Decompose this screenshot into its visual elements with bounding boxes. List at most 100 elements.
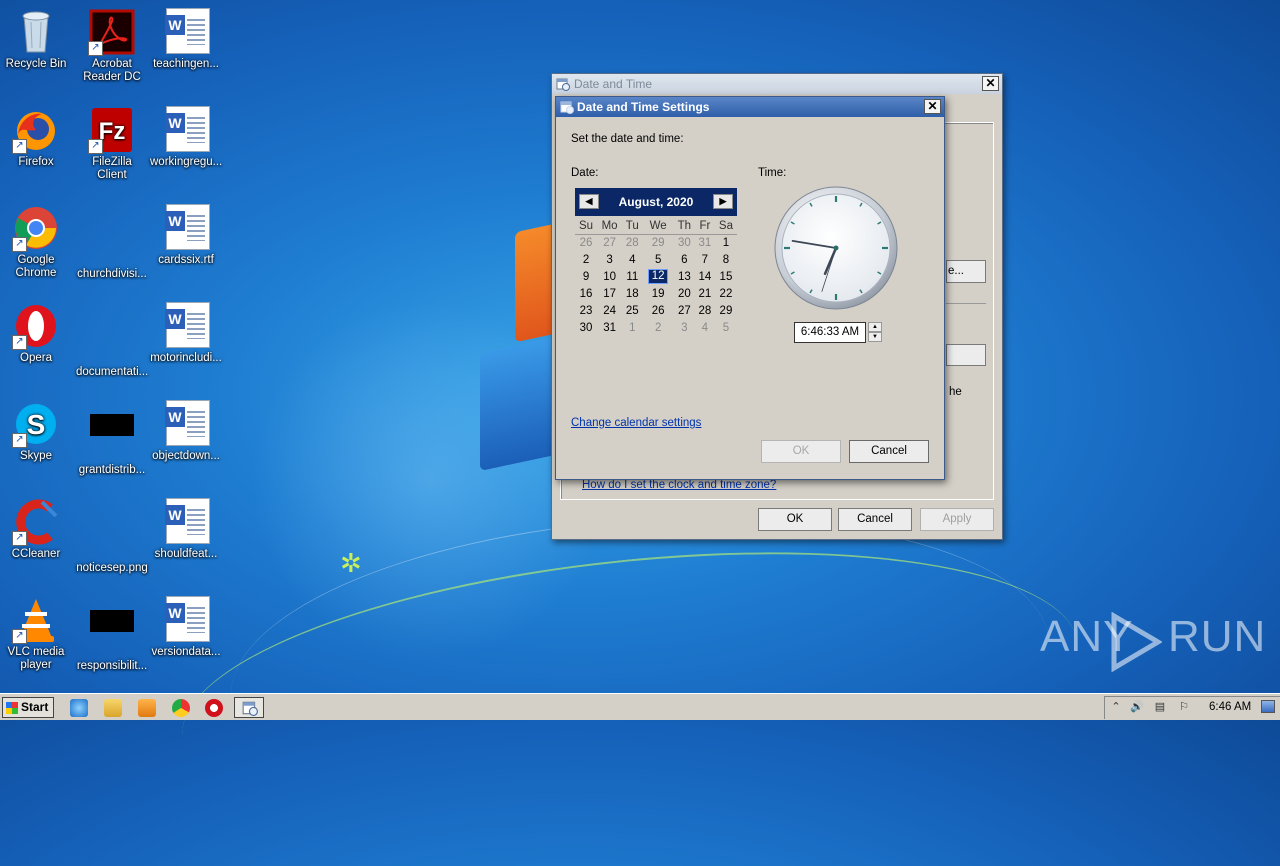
calendar-day[interactable]: 10 — [597, 268, 622, 285]
calendar-day-selected[interactable]: 12 — [642, 268, 673, 285]
desktop-icon[interactable]: Wmotorincludi... — [150, 302, 222, 365]
network-icon[interactable]: ▤ — [1154, 701, 1166, 713]
calendar-day[interactable]: 30 — [674, 234, 695, 251]
change-calendar-settings-link[interactable]: Change calendar settings — [571, 417, 701, 429]
calendar-day[interactable]: 26 — [642, 302, 673, 319]
spin-up-icon[interactable]: ▲ — [868, 322, 882, 332]
desktop-icon[interactable]: documentati... — [76, 302, 148, 379]
calendar-day[interactable]: 13 — [674, 268, 695, 285]
calendar-day[interactable]: 2 — [575, 251, 597, 268]
calendar-day[interactable]: 20 — [674, 285, 695, 302]
desktop-icon[interactable]: ↗ CCleaner — [0, 498, 72, 561]
calendar-day[interactable]: 31 — [695, 234, 715, 251]
desktop-icon[interactable]: Wteachingen... — [150, 8, 222, 71]
desktop-icon[interactable]: Recycle Bin — [0, 8, 72, 71]
calendar-day[interactable]: 9 — [575, 268, 597, 285]
calendar-day[interactable]: 25 — [622, 302, 642, 319]
shortcut-arrow-icon: ↗ — [12, 237, 27, 252]
desktop-icon[interactable]: ↗ Firefox — [0, 106, 72, 169]
volume-icon[interactable]: 🔊 — [1130, 701, 1144, 713]
calendar-day[interactable]: 31 — [597, 319, 622, 336]
desktop-icon[interactable]: S ↗ Skype — [0, 400, 72, 463]
calendar-day[interactable]: 22 — [715, 285, 737, 302]
cancel-button[interactable]: Cancel — [838, 508, 912, 531]
internet-explorer-icon[interactable] — [70, 699, 88, 717]
date-time-taskbar-button[interactable] — [234, 697, 264, 718]
media-player-icon[interactable] — [138, 699, 156, 717]
next-month-button[interactable]: ▶ — [713, 194, 733, 209]
desktop-icon[interactable]: Fz ↗ FileZilla Client — [76, 106, 148, 182]
desktop-icon[interactable]: ↗ VLC media player — [0, 596, 72, 672]
calendar-day[interactable]: 30 — [575, 319, 597, 336]
taskbar-clock[interactable]: 6:46 AM — [1209, 701, 1251, 713]
help-link[interactable]: How do I set the clock and time zone? — [582, 479, 776, 491]
desktop-icon[interactable]: ↗ Acrobat Reader DC — [76, 8, 148, 84]
dialog-titlebar[interactable]: Date and Time Settings ✕ — [556, 97, 944, 117]
show-hidden-icons-icon[interactable]: ⌃ — [1110, 701, 1122, 713]
calendar-day[interactable]: 3 — [597, 251, 622, 268]
apply-button[interactable]: Apply — [920, 508, 994, 531]
calendar-day[interactable]: 27 — [597, 234, 622, 251]
close-button[interactable]: ✕ — [982, 76, 999, 91]
calendar-day[interactable]: 27 — [674, 302, 695, 319]
desktop-icon[interactable]: responsibilit... — [76, 596, 148, 673]
calendar-day[interactable]: 2 — [642, 319, 673, 336]
calendar-day[interactable]: 19 — [642, 285, 673, 302]
ok-button[interactable]: OK — [761, 440, 841, 463]
calendar-day[interactable]: 29 — [642, 234, 673, 251]
calendar-day[interactable]: 5 — [715, 319, 737, 336]
calendar-day[interactable]: 24 — [597, 302, 622, 319]
calendar-day[interactable]: 14 — [695, 268, 715, 285]
desktop-icon[interactable]: Wobjectdown... — [150, 400, 222, 463]
desktop-icon[interactable]: ↗ Opera — [0, 302, 72, 365]
change-date-time-button[interactable]: e... — [946, 260, 986, 283]
desktop-icon[interactable]: Wcardssix.rtf — [150, 204, 222, 267]
calendar-day[interactable]: 28 — [622, 234, 642, 251]
calendar-day[interactable]: 3 — [674, 319, 695, 336]
calendar-day[interactable]: 28 — [695, 302, 715, 319]
file-explorer-icon[interactable] — [104, 699, 122, 717]
window-titlebar[interactable]: Date and Time ✕ — [552, 74, 1002, 94]
ok-button[interactable]: OK — [758, 508, 832, 531]
action-center-flag-icon[interactable]: ⚐ — [1178, 701, 1190, 713]
opera-icon[interactable] — [205, 699, 223, 717]
calendar-day[interactable]: 8 — [715, 251, 737, 268]
calendar-day[interactable]: 16 — [575, 285, 597, 302]
start-button[interactable]: Start — [2, 697, 54, 718]
calendar-day[interactable]: 17 — [597, 285, 622, 302]
calendar-day[interactable]: 23 — [575, 302, 597, 319]
desktop-icon[interactable]: Wshouldfeat... — [150, 498, 222, 561]
show-desktop-icon[interactable] — [1261, 700, 1275, 713]
calendar-day[interactable]: 4 — [695, 319, 715, 336]
spin-down-icon[interactable]: ▼ — [868, 332, 882, 342]
calendar-week: 26 27 28 29 30 31 1 — [575, 234, 737, 251]
calendar-month-year[interactable]: August, 2020 — [619, 195, 694, 209]
calendar-clock-icon — [242, 701, 258, 716]
close-button[interactable]: ✕ — [924, 99, 941, 114]
time-input[interactable]: 6:46:33 AM — [794, 322, 866, 343]
desktop-icon[interactable]: ↗ Google Chrome — [0, 204, 72, 280]
windows-logo-blue — [480, 337, 555, 471]
chrome-icon[interactable] — [172, 699, 190, 717]
desktop-icon[interactable]: churchdivisi... — [76, 204, 148, 281]
calendar-day[interactable]: 4 — [622, 251, 642, 268]
desktop-icon[interactable]: noticesep.png — [76, 498, 148, 575]
calendar-day[interactable]: 18 — [622, 285, 642, 302]
desktop-icon[interactable]: grantdistrib... — [76, 400, 148, 477]
calendar-day[interactable]: 29 — [715, 302, 737, 319]
desktop-icon[interactable]: Wworkingregu... — [150, 106, 222, 169]
calendar-day[interactable]: 1 — [715, 234, 737, 251]
prev-month-button[interactable]: ◀ — [579, 194, 599, 209]
calendar-day[interactable]: 1 — [622, 319, 642, 336]
calendar-day[interactable]: 15 — [715, 268, 737, 285]
calendar-day[interactable]: 11 — [622, 268, 642, 285]
change-time-zone-button[interactable] — [946, 344, 986, 366]
time-spinner[interactable]: ▲ ▼ — [868, 322, 882, 343]
calendar-day[interactable]: 7 — [695, 251, 715, 268]
cancel-button[interactable]: Cancel — [849, 440, 929, 463]
calendar-day[interactable]: 5 — [642, 251, 673, 268]
calendar-day[interactable]: 6 — [674, 251, 695, 268]
calendar-day[interactable]: 21 — [695, 285, 715, 302]
desktop-icon[interactable]: Wversiondata... — [150, 596, 222, 659]
calendar-day[interactable]: 26 — [575, 234, 597, 251]
